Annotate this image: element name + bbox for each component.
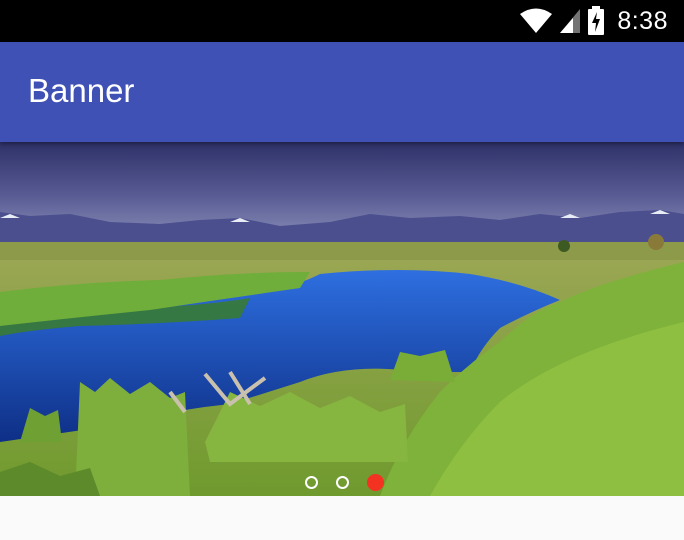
wifi-icon [519, 7, 553, 35]
banner-page-indicators [0, 472, 684, 492]
status-icons: 8:38 [519, 0, 668, 42]
banner-carousel[interactable] [0, 142, 684, 496]
status-clock: 8:38 [617, 6, 668, 35]
cell-signal-icon [559, 8, 581, 34]
content-area [0, 496, 684, 540]
status-bar: 8:38 [0, 0, 684, 42]
indicator-dot-3-active[interactable] [366, 473, 384, 491]
battery-charging-icon [587, 6, 605, 36]
banner-image [0, 142, 684, 496]
app-bar: Banner [0, 42, 684, 142]
indicator-dot-2[interactable] [335, 475, 349, 489]
indicator-dot-1[interactable] [304, 475, 318, 489]
app-bar-title: Banner [28, 72, 135, 109]
